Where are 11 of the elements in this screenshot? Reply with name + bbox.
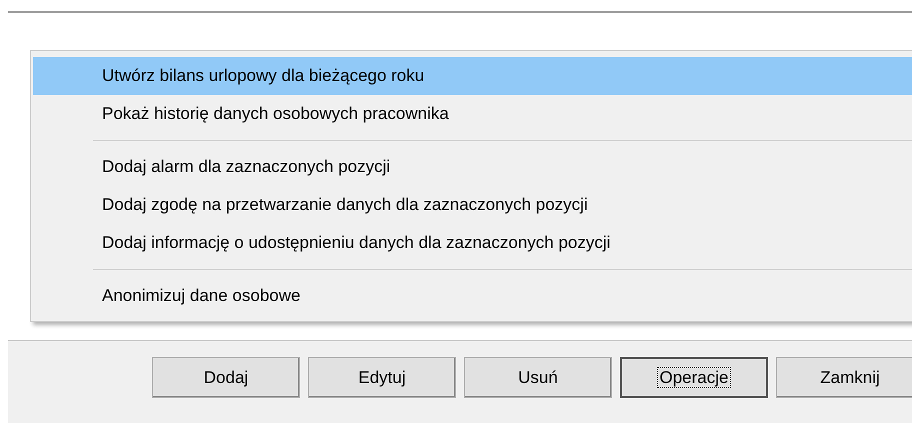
dialog-button[interactable]: Usuń (464, 357, 612, 398)
menu-item[interactable]: Dodaj informację o udostępnieniu danych dla zaznaczonych pozycji (33, 224, 912, 262)
menu-item[interactable]: Anonimizuj dane osobowe (33, 277, 912, 315)
dialog-button[interactable]: Operacje (620, 357, 768, 398)
menu-item[interactable]: Pokaż historię danych osobowych pracownika (33, 95, 912, 133)
menu-item[interactable]: Utwórz bilans urlopowy dla bieżącego roku (33, 57, 912, 95)
dialog-button[interactable]: Edytuj (308, 357, 456, 398)
dialog-button[interactable]: Zamknij (776, 357, 912, 398)
menu-item[interactable]: Dodaj zgodę na przetwarzanie danych dla zaznaczonych pozycji (33, 186, 912, 224)
dialog-button[interactable]: Dodaj (152, 357, 300, 398)
menu-item[interactable]: Dodaj alarm dla zaznaczonych pozycji (33, 148, 912, 186)
